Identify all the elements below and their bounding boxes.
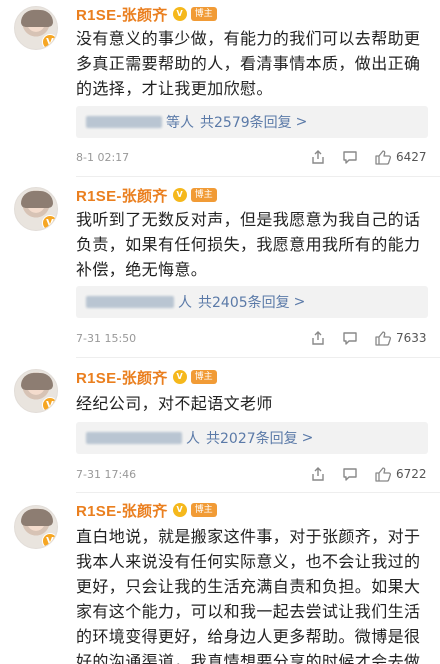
reply-count: 共2027条回复 [206, 431, 298, 447]
verified-icon: V [42, 215, 57, 230]
share-icon [312, 331, 324, 345]
reply-summary[interactable]: 人 共2405条回复 > [76, 286, 428, 318]
reply-count: 共2579条回复 [200, 115, 292, 131]
reply-suffix: 人 [178, 295, 192, 311]
comment-text: 没有意义的事少做，有能力的我们可以去帮助更多真正需要帮助的人，看清事情本质，做出… [76, 29, 421, 98]
comment-icon [343, 468, 357, 481]
divider [76, 176, 440, 177]
share-button[interactable] [310, 330, 326, 346]
role-badge: 博主 [190, 503, 217, 517]
username[interactable]: R1SE-张颜齐 [76, 4, 168, 25]
reply-count: 共2405条回复 [198, 295, 290, 311]
comment-header: R1SE-张颜齐 V 博主 [76, 185, 217, 205]
divider [76, 492, 440, 493]
comment-text: 经纪公司，对不起语文老师 [76, 394, 273, 413]
like-count: 6722 [396, 467, 427, 481]
role-badge: 博主 [190, 370, 217, 384]
reply-suffix: 人 [186, 431, 200, 447]
role-badge: 博主 [190, 7, 217, 21]
share-icon [312, 467, 324, 481]
comment-header: R1SE-张颜齐 V 博主 [76, 500, 217, 520]
timestamp: 7-31 17:46 [76, 467, 137, 481]
chevron-right-icon: > [295, 114, 308, 130]
timestamp: 8-1 02:17 [76, 150, 130, 164]
like-count: 6427 [396, 150, 427, 164]
chevron-right-icon: > [293, 294, 306, 310]
divider [76, 357, 440, 358]
share-button[interactable] [310, 466, 326, 482]
comment-icon [343, 151, 357, 164]
share-icon [312, 150, 324, 164]
medal-icon: V [172, 7, 187, 21]
blurred-usernames [86, 296, 174, 308]
comment-button[interactable] [342, 149, 358, 165]
thumbs-up-icon [375, 467, 392, 482]
like-count: 7633 [396, 331, 427, 345]
blurred-usernames [86, 432, 182, 444]
comment-header: R1SE-张颜齐 V 博主 [76, 367, 217, 387]
timestamp: 7-31 15:50 [76, 331, 137, 345]
username[interactable]: R1SE-张颜齐 [76, 367, 168, 388]
verified-icon: V [42, 34, 57, 49]
medal-icon: V [172, 370, 187, 384]
share-button[interactable] [310, 149, 326, 165]
reply-suffix: 等人 [166, 115, 194, 131]
comment-text: 我听到了无数反对声，但是我愿意为我自己的话负责，如果有任何损失，我愿意用我所有的… [76, 210, 421, 279]
reply-summary[interactable]: 等人 共2579条回复 > [76, 106, 428, 138]
avatar[interactable]: V [14, 505, 58, 549]
username[interactable]: R1SE-张颜齐 [76, 500, 168, 521]
thumbs-up-icon [375, 150, 392, 165]
like-button[interactable]: 7633 [374, 330, 428, 346]
verified-icon: V [42, 533, 57, 548]
comment-text: 直白地说，就是搬家这件事，对于张颜齐，对于我本人来说没有任何实际意义，也不会让我… [76, 527, 421, 664]
avatar[interactable]: V [14, 187, 58, 231]
comment-meta: 7-31 17:46 6722 [76, 464, 428, 484]
comment-icon [343, 332, 357, 345]
avatar[interactable]: V [14, 369, 58, 413]
reply-summary[interactable]: 人 共2027条回复 > [76, 422, 428, 454]
like-button[interactable]: 6427 [374, 149, 428, 165]
comment-button[interactable] [342, 466, 358, 482]
comment-button[interactable] [342, 330, 358, 346]
thumbs-up-icon [375, 331, 392, 346]
medal-icon: V [172, 188, 187, 202]
comment-header: R1SE-张颜齐 V 博主 [76, 4, 217, 24]
medal-icon: V [172, 503, 187, 517]
chevron-right-icon: > [301, 430, 314, 446]
role-badge: 博主 [190, 188, 217, 202]
comment-meta: 8-1 02:17 6427 [76, 147, 428, 167]
avatar[interactable]: V [14, 6, 58, 50]
blurred-usernames [86, 116, 162, 128]
like-button[interactable]: 6722 [374, 466, 428, 482]
username[interactable]: R1SE-张颜齐 [76, 185, 168, 206]
comment-meta: 7-31 15:50 7633 [76, 328, 428, 348]
verified-icon: V [42, 397, 57, 412]
